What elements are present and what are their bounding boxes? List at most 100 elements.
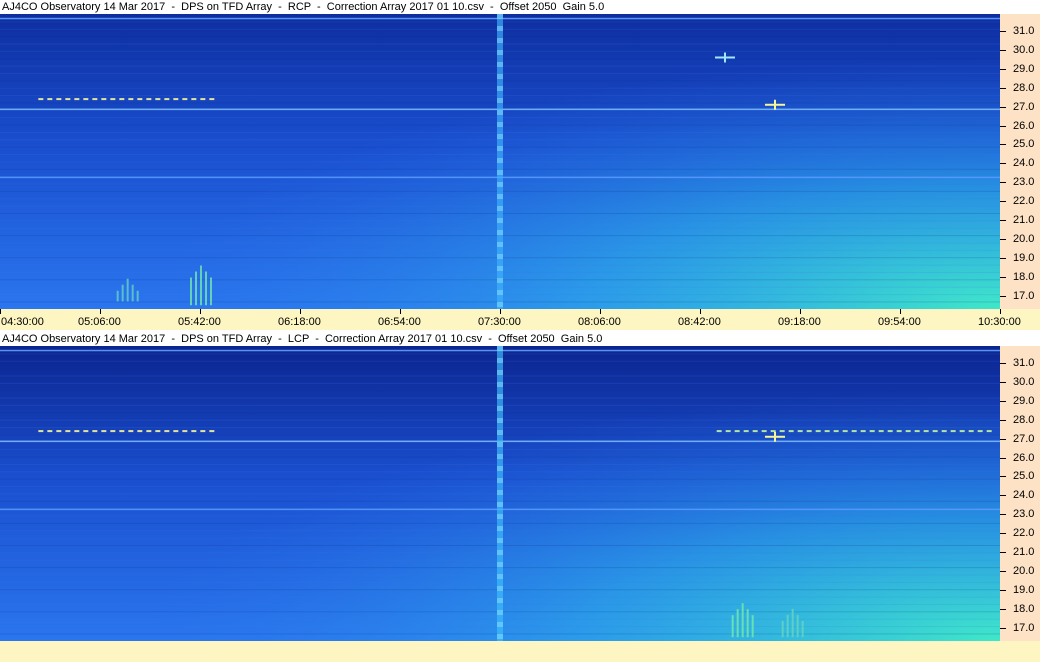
y-tick (1000, 363, 1006, 365)
interference-dash (497, 146, 503, 151)
signal-dash (734, 430, 740, 433)
y-tick-label: 30.0 (1013, 375, 1035, 388)
lcp-plot-area (0, 346, 1000, 641)
y-tick (1000, 476, 1006, 478)
lcp-time-axis (0, 641, 1040, 662)
x-tick-label: 05:06:00 (78, 316, 121, 328)
interference-dash (497, 14, 503, 19)
interference-dash (497, 430, 503, 435)
solar-burst-streak (131, 284, 134, 302)
solar-burst-streak (741, 603, 744, 638)
interference-dash (497, 38, 503, 43)
signal-dash (932, 430, 938, 433)
signal-dash (914, 430, 920, 433)
x-tick (1000, 309, 1001, 314)
y-tick (1000, 457, 1006, 459)
signal-dash (101, 430, 107, 433)
y-tick-label: 27.0 (1013, 100, 1035, 113)
interference-dash (497, 134, 503, 139)
y-tick (1000, 608, 1006, 610)
interference-dash (497, 598, 503, 603)
interference-dash (497, 26, 503, 31)
signal-dash (959, 430, 965, 433)
solar-burst-streak (786, 614, 789, 638)
y-tick-label: 17.0 (1013, 289, 1035, 302)
signal-dash (110, 430, 116, 433)
y-tick (1000, 419, 1006, 421)
signal-dash (164, 430, 170, 433)
interference-dash (497, 182, 503, 187)
signal-dash (173, 430, 179, 433)
y-tick-label: 29.0 (1013, 394, 1035, 407)
y-tick (1000, 31, 1006, 33)
interference-dash (497, 610, 503, 615)
y-tick (1000, 495, 1006, 497)
signal-dash (56, 430, 62, 433)
signal-dash (941, 430, 947, 433)
solar-burst-streak (121, 284, 124, 302)
solar-burst-streak (791, 608, 794, 638)
interference-dash (497, 382, 503, 387)
solar-burst-streak (195, 271, 197, 306)
interference-dash (497, 634, 503, 639)
y-tick-label: 18.0 (1013, 270, 1035, 283)
solar-burst-streak (136, 290, 139, 302)
y-tick-label: 30.0 (1013, 43, 1035, 56)
signal-dash (128, 98, 134, 101)
y-tick-label: 18.0 (1013, 602, 1035, 615)
solar-burst-streak (751, 615, 754, 638)
y-tick-label: 25.0 (1013, 470, 1035, 483)
signal-dash (56, 98, 62, 101)
signal-dash (119, 430, 125, 433)
interference-dash (497, 550, 503, 555)
y-tick-label: 24.0 (1013, 157, 1035, 170)
signal-dash (191, 430, 197, 433)
signal-dash (752, 430, 758, 433)
y-tick (1000, 627, 1006, 629)
rcp-plot-area (0, 14, 1000, 309)
signal-dash (47, 430, 53, 433)
signal-dash (806, 430, 812, 433)
signal-dash (725, 430, 731, 433)
y-tick-label: 19.0 (1013, 251, 1035, 264)
interference-dash (497, 62, 503, 67)
signal-dash (779, 430, 785, 433)
solar-burst-streak (190, 277, 192, 306)
signal-dash (743, 430, 749, 433)
x-tick-label: 09:18:00 (778, 316, 821, 328)
interference-dash (497, 110, 503, 115)
x-tick-label: 09:54:00 (878, 316, 921, 328)
y-tick (1000, 182, 1006, 184)
solar-burst-streak (205, 271, 207, 306)
signal-dash (716, 430, 722, 433)
x-tick (400, 309, 401, 314)
lcp-spectrogram-panel: AJ4CO Observatory 14 Mar 2017 - DPS on T… (0, 332, 1040, 664)
interference-dash (497, 254, 503, 259)
signal-dash (200, 430, 206, 433)
y-tick (1000, 220, 1006, 222)
x-tick-label: 07:30:00 (478, 316, 521, 328)
interference-dash (497, 98, 503, 103)
signal-dash (155, 430, 161, 433)
signal-dash (788, 430, 794, 433)
y-tick (1000, 589, 1006, 591)
signal-dash (977, 430, 983, 433)
x-tick (0, 309, 1, 314)
y-tick-label: 29.0 (1013, 62, 1035, 75)
x-tick (300, 309, 301, 314)
signal-dash (128, 430, 134, 433)
signal-dash (896, 430, 902, 433)
signal-spot (724, 52, 726, 63)
signal-dash (182, 430, 188, 433)
signal-dash (905, 430, 911, 433)
x-tick (500, 309, 501, 314)
y-tick-label: 26.0 (1013, 451, 1035, 464)
solar-burst-streak (796, 614, 799, 638)
signal-dash (923, 430, 929, 433)
signal-dash (860, 430, 866, 433)
y-tick-label: 19.0 (1013, 583, 1035, 596)
rcp-heatmap-svg (0, 14, 1000, 309)
interference-dash (497, 158, 503, 163)
signal-dash (209, 98, 215, 101)
interference-dash (497, 574, 503, 579)
